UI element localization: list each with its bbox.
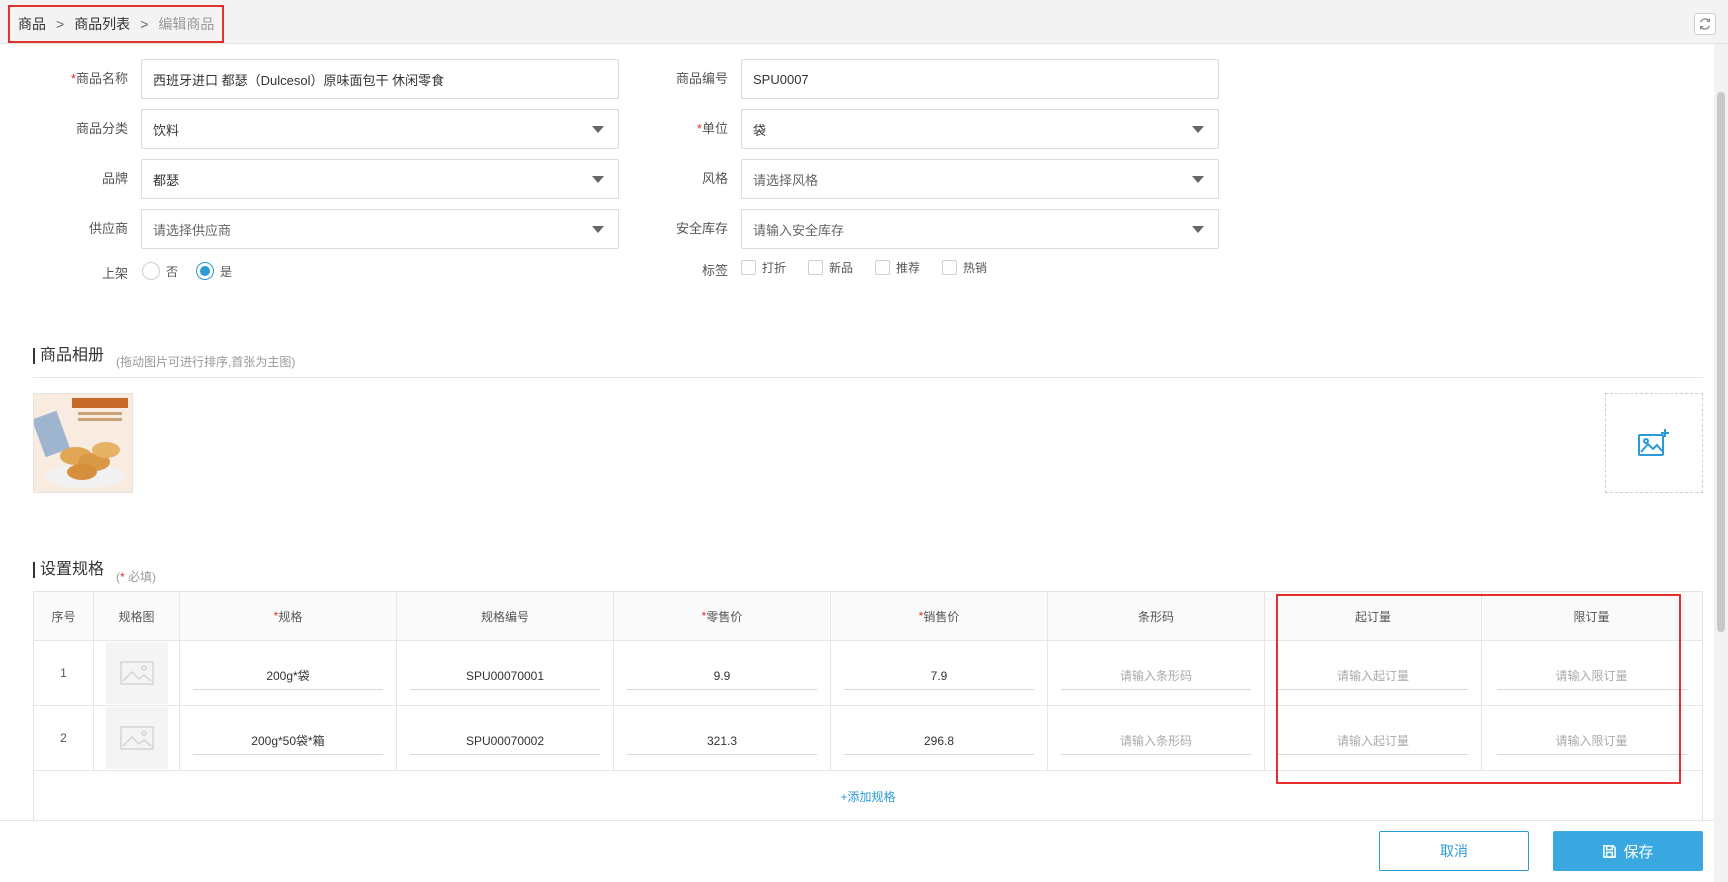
spec-code-input[interactable]: SPU00070001 xyxy=(410,662,600,690)
min-order-input[interactable]: 请输入起订量 xyxy=(1278,727,1468,755)
column-header: 起订量 xyxy=(1265,592,1482,640)
column-header: 规格编号 xyxy=(397,592,614,640)
category-select[interactable]: 饮料 xyxy=(141,109,619,149)
table-row: 1 200g*袋 SPU00070001 9.9 7.9 请输入条形码 请输入起… xyxy=(34,641,1702,706)
tag-discount[interactable]: 打折 xyxy=(741,259,786,276)
cancel-button[interactable]: 取消 xyxy=(1379,831,1529,871)
caret-down-icon xyxy=(592,176,604,183)
tag-recommend[interactable]: 推荐 xyxy=(875,259,920,276)
spec-title: 设置规格 xyxy=(33,562,104,578)
save-button[interactable]: 保存 xyxy=(1553,831,1703,871)
image-placeholder-icon xyxy=(119,726,154,750)
tag-hot[interactable]: 热销 xyxy=(942,259,987,276)
sale-price-input[interactable]: 7.9 xyxy=(844,662,1034,690)
brand-label: 品牌 xyxy=(101,171,128,186)
breadcrumb-item-edit-goods: 编辑商品 xyxy=(158,16,215,32)
spec-image-cell[interactable] xyxy=(94,641,180,705)
caret-down-icon xyxy=(1192,226,1204,233)
row-index: 1 xyxy=(34,641,94,705)
barcode-input[interactable]: 请输入条形码 xyxy=(1061,727,1251,755)
refresh-icon xyxy=(1699,18,1711,30)
table-row: 2 200g*50袋*箱 SPU00070002 321.3 296.8 请输入… xyxy=(34,706,1702,771)
tags-checkbox-group: 打折 新品 推荐 热销 xyxy=(741,259,1009,276)
caret-down-icon xyxy=(1192,176,1204,183)
album-title: 商品相册 xyxy=(33,348,104,364)
spec-code-input[interactable]: SPU00070002 xyxy=(410,727,600,755)
add-spec-row: +添加规格 xyxy=(34,771,1702,821)
top-bar: 商品 > 商品列表 > 编辑商品 xyxy=(0,0,1728,44)
album-divider xyxy=(33,377,1703,378)
style-select[interactable]: 请选择风格 xyxy=(741,159,1219,199)
add-spec-button[interactable]: +添加规格 xyxy=(840,788,895,805)
max-order-input[interactable]: 请输入限订量 xyxy=(1496,662,1687,690)
caret-down-icon xyxy=(592,126,604,133)
caret-down-icon xyxy=(1192,126,1204,133)
column-header: 规格图 xyxy=(94,592,180,640)
on-shelf-radio-group: 否 是 xyxy=(142,262,250,280)
tag-new[interactable]: 新品 xyxy=(808,259,853,276)
checkbox[interactable] xyxy=(875,260,891,275)
spec-image-cell[interactable] xyxy=(94,706,180,770)
max-order-input[interactable]: 请输入限订量 xyxy=(1496,727,1687,755)
safety-stock-label: 安全库存 xyxy=(675,221,728,236)
spec-input[interactable]: 200g*50袋*箱 xyxy=(193,727,383,755)
goods-name-input[interactable]: 西班牙进口 都瑟（Dulcesol）原味面包干 休闲零食 xyxy=(141,59,619,99)
retail-price-input[interactable]: 321.3 xyxy=(627,727,817,755)
product-photo[interactable] xyxy=(33,393,133,493)
refresh-button[interactable] xyxy=(1694,13,1716,35)
safety-stock-select[interactable]: 请输入安全库存 xyxy=(741,209,1219,249)
supplier-select[interactable]: 请选择供应商 xyxy=(141,209,619,249)
sale-price-input[interactable]: 296.8 xyxy=(844,727,1034,755)
category-label: 商品分类 xyxy=(75,121,128,136)
caret-down-icon xyxy=(592,226,604,233)
table-header-row: 序号 规格图 * 规格 规格编号 * 零售价 * 销售价 条形码 起订量 限订量 xyxy=(34,592,1702,641)
add-image-icon xyxy=(1638,429,1669,456)
breadcrumb-separator: > xyxy=(140,16,149,32)
unit-select[interactable]: 袋 xyxy=(741,109,1219,149)
spec-table: 序号 规格图 * 规格 规格编号 * 零售价 * 销售价 条形码 起订量 限订量 1 … xyxy=(33,591,1703,822)
breadcrumb-separator: > xyxy=(56,16,65,32)
album-hint: (拖动图片可进行排序,首张为主图) xyxy=(116,355,296,369)
brand-select[interactable]: 都瑟 xyxy=(141,159,619,199)
style-label: 风格 xyxy=(701,171,728,186)
checkbox[interactable] xyxy=(808,260,824,275)
goods-code-input[interactable]: SPU0007 xyxy=(741,59,1219,99)
column-header: 限订量 xyxy=(1573,609,1610,624)
column-header: 条形码 xyxy=(1048,592,1265,640)
column-header: 序号 xyxy=(34,592,94,640)
on-shelf-option-no[interactable]: 否 xyxy=(142,262,178,280)
spec-input[interactable]: 200g*袋 xyxy=(193,662,383,690)
code-label: 商品编号 xyxy=(675,71,728,86)
scrollbar-thumb[interactable] xyxy=(1717,92,1725,632)
unit-label: *单位 xyxy=(696,121,728,136)
checkbox[interactable] xyxy=(741,260,756,275)
radio-unchecked[interactable] xyxy=(142,262,160,280)
breadcrumb-item-goods[interactable]: 商品 xyxy=(18,14,46,34)
min-order-input[interactable]: 请输入起订量 xyxy=(1278,662,1468,690)
name-label: *商品名称 xyxy=(70,71,128,86)
spec-hint: (* 必填) xyxy=(116,570,157,584)
retail-price-input[interactable]: 9.9 xyxy=(627,662,817,690)
checkbox[interactable] xyxy=(942,260,958,275)
column-header: * 销售价 xyxy=(831,592,1048,640)
on-shelf-option-yes[interactable]: 是 xyxy=(196,262,232,280)
breadcrumb-item-goods-list[interactable]: 商品列表 xyxy=(74,14,130,34)
breadcrumb: 商品 > 商品列表 > 编辑商品 xyxy=(8,5,225,43)
supplier-label: 供应商 xyxy=(88,221,128,236)
row-index: 2 xyxy=(34,706,94,770)
save-icon xyxy=(1603,844,1617,858)
on-shelf-label: 上架 xyxy=(101,266,128,281)
tags-label: 标签 xyxy=(701,263,728,278)
vertical-scrollbar[interactable] xyxy=(1714,44,1728,882)
image-placeholder-icon xyxy=(119,661,154,685)
barcode-input[interactable]: 请输入条形码 xyxy=(1061,662,1251,690)
upload-image-button[interactable] xyxy=(1605,393,1703,493)
column-header: * 规格 xyxy=(180,592,397,640)
column-header: * 零售价 xyxy=(614,592,831,640)
radio-checked[interactable] xyxy=(196,262,215,280)
